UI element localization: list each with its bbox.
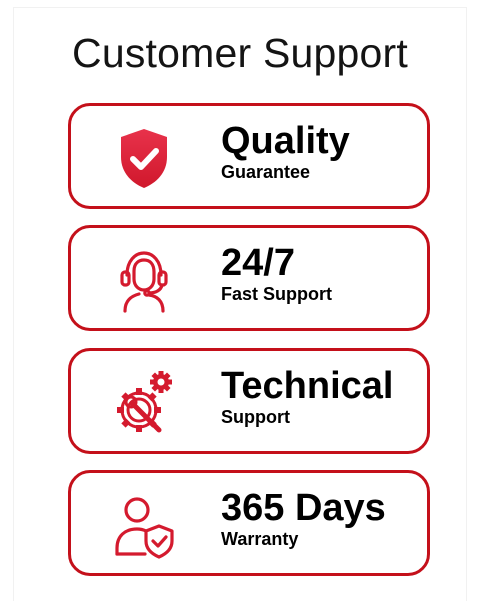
feature-headline: 24/7 [221, 242, 295, 284]
gear-wrench-icon [109, 368, 179, 438]
feature-subtitle: Fast Support [221, 284, 332, 304]
feature-text: 24/7 Fast Support [221, 242, 332, 304]
support-panel: Customer Support Quality Guarantee 24/7 … [14, 8, 466, 601]
feature-text: Quality Guarantee [221, 120, 350, 182]
feature-card-technical: Technical Support [68, 348, 430, 454]
feature-card-warranty: 365 Days Warranty [68, 470, 430, 576]
feature-subtitle: Warranty [221, 529, 299, 549]
feature-headline: Technical [221, 365, 394, 407]
feature-subtitle: Guarantee [221, 162, 311, 182]
headset-agent-icon [109, 245, 179, 315]
shield-check-icon [109, 123, 179, 193]
feature-subtitle: Support [221, 407, 290, 427]
feature-card-fast-support: 24/7 Fast Support [68, 225, 430, 331]
user-shield-icon [109, 490, 179, 560]
feature-text: Technical Support [221, 365, 393, 427]
feature-headline: 365 Days [221, 487, 386, 529]
feature-headline: Quality [221, 120, 350, 162]
feature-text: 365 Days Warranty [221, 487, 386, 549]
page-title: Customer Support [72, 30, 408, 76]
feature-card-quality: Quality Guarantee [68, 103, 430, 209]
